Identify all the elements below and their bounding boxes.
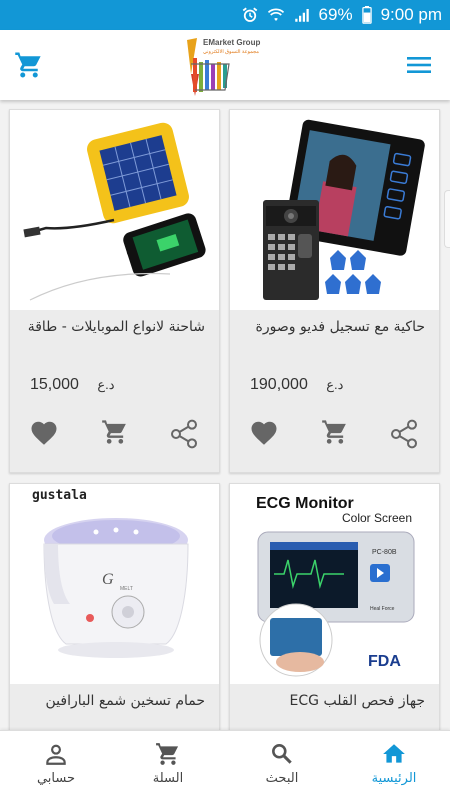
product-actions	[230, 418, 439, 454]
product-title[interactable]: جهاز فحص القلب ECG	[240, 693, 425, 709]
video-doorphone-image[interactable]	[230, 110, 439, 310]
battery-icon	[361, 6, 373, 24]
image-text-sub: Color Screen	[342, 511, 412, 525]
nav-home[interactable]: الرئيسية	[338, 731, 450, 800]
wax-heater-image[interactable]: gustala G MELT	[10, 484, 219, 684]
product-title[interactable]: حاكية مع تسجيل فديو وصورة	[240, 319, 425, 335]
alarm-icon	[241, 6, 259, 24]
search-icon	[272, 744, 292, 764]
favorite-heart-icon[interactable]	[249, 418, 283, 452]
app-logo[interactable]: EMarket Group مجموعة التسوق الالكتروني	[183, 34, 260, 98]
nav-cart[interactable]: السلة	[112, 731, 224, 800]
person-icon	[46, 744, 66, 765]
product-card[interactable]: شاحنة لانواع الموبايلات - طاقة 15,000 د.…	[9, 109, 220, 473]
clock-time: 9:00 pm	[380, 5, 442, 24]
image-text-model: PC-80B	[372, 549, 397, 556]
add-to-cart-icon[interactable]	[321, 418, 355, 452]
price-value: 15,000	[30, 376, 79, 393]
nav-search[interactable]: البحث	[226, 731, 338, 800]
battery-percent: 69%	[318, 5, 353, 24]
image-text-heading: ECG Monitor	[256, 495, 354, 512]
product-title[interactable]: حمام تسخين شمع البارافين	[20, 693, 205, 709]
product-title[interactable]: شاحنة لانواع الموبايلات - طاقة	[20, 319, 205, 335]
nav-label: الرئيسية	[371, 771, 417, 786]
image-text-badge: FDA	[368, 653, 401, 670]
price-currency: د.ع	[97, 377, 115, 392]
scroll-edge-indicator	[444, 190, 450, 248]
product-card[interactable]: ECG Monitor Color Screen PC-80B Heal For…	[229, 483, 440, 730]
share-icon[interactable]	[388, 418, 422, 452]
status-bar: 69% 9:00 pm	[0, 0, 450, 30]
app-bar: EMarket Group مجموعة التسوق الالكتروني	[0, 30, 450, 100]
product-price: 15,000 د.ع	[30, 376, 115, 394]
price-value: 190,000	[250, 376, 308, 393]
product-grid: حاكية مع تسجيل فديو وصورة 190,000 د.ع شا…	[0, 100, 450, 730]
bottom-navigation: الرئيسية البحث السلة حسابي	[0, 730, 450, 800]
cart-icon	[156, 743, 179, 765]
nav-label: حسابي	[36, 771, 76, 786]
product-card[interactable]: حاكية مع تسجيل فديو وصورة 190,000 د.ع	[229, 109, 440, 473]
wifi-icon	[267, 6, 285, 24]
share-icon[interactable]	[168, 418, 202, 452]
ecg-monitor-image[interactable]: ECG Monitor Color Screen PC-80B Heal For…	[230, 484, 439, 684]
cart-icon[interactable]	[14, 50, 44, 80]
image-text-dial: MELT	[120, 586, 133, 592]
logo-subtitle: مجموعة التسوق الالكتروني	[203, 49, 259, 55]
favorite-heart-icon[interactable]	[29, 418, 63, 452]
image-text-brand: Heal Force	[370, 606, 395, 612]
nav-label: البحث	[265, 771, 299, 786]
product-actions	[10, 418, 219, 454]
price-currency: د.ع	[326, 377, 344, 392]
home-icon	[383, 744, 405, 763]
image-text-brand: gustala	[32, 488, 87, 503]
nav-label: السلة	[152, 771, 184, 786]
add-to-cart-icon[interactable]	[101, 418, 135, 452]
signal-icon	[293, 6, 311, 24]
logo-title: EMarket Group	[203, 38, 261, 47]
image-text-logo: G	[102, 571, 114, 588]
solar-charger-image[interactable]	[10, 110, 219, 310]
product-price: 190,000 د.ع	[250, 376, 343, 394]
nav-account[interactable]: حسابي	[0, 731, 112, 800]
hamburger-menu-icon[interactable]	[406, 52, 432, 78]
product-card[interactable]: gustala G MELT حمام تسخين شمع البارافين	[9, 483, 220, 730]
